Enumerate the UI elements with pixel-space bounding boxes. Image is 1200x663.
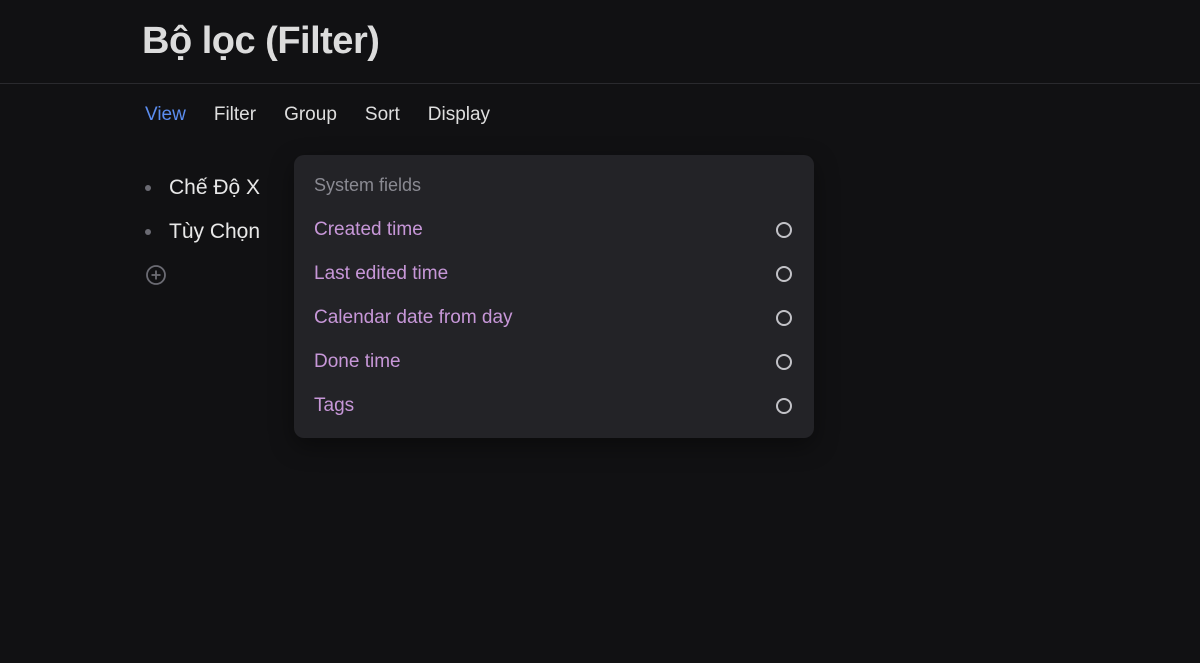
dropdown-item-label: Calendar date from day (314, 307, 513, 329)
radio-unchecked-icon (776, 398, 792, 414)
dropdown-item-calendar-date[interactable]: Calendar date from day (294, 296, 814, 340)
dropdown-item-done-time[interactable]: Done time (294, 340, 814, 384)
dropdown-item-tags[interactable]: Tags (294, 384, 814, 428)
bullet-icon (145, 185, 151, 191)
tab-view[interactable]: View (145, 104, 186, 126)
list-item-text: Chế Độ X (169, 176, 260, 200)
page-title: Bộ lọc (Filter) (142, 20, 1200, 63)
dropdown-item-label: Tags (314, 395, 354, 417)
dropdown-item-last-edited-time[interactable]: Last edited time (294, 252, 814, 296)
add-button[interactable] (145, 264, 167, 286)
bullet-icon (145, 229, 151, 235)
page-header: Bộ lọc (Filter) (0, 0, 1200, 84)
tab-sort[interactable]: Sort (365, 104, 400, 126)
plus-circle-icon (145, 264, 167, 286)
radio-unchecked-icon (776, 310, 792, 326)
tab-group[interactable]: Group (284, 104, 337, 126)
dropdown-item-label: Done time (314, 351, 401, 373)
dropdown-header: System fields (294, 169, 814, 208)
tab-display[interactable]: Display (428, 104, 490, 126)
tab-filter[interactable]: Filter (214, 104, 256, 126)
system-fields-dropdown: System fields Created time Last edited t… (294, 155, 814, 438)
list-item-text: Tùy Chọn (169, 220, 260, 244)
dropdown-item-label: Last edited time (314, 263, 448, 285)
radio-unchecked-icon (776, 266, 792, 282)
dropdown-item-label: Created time (314, 219, 423, 241)
radio-unchecked-icon (776, 354, 792, 370)
radio-unchecked-icon (776, 222, 792, 238)
toolbar: View Filter Group Sort Display (0, 84, 1200, 146)
dropdown-item-created-time[interactable]: Created time (294, 208, 814, 252)
